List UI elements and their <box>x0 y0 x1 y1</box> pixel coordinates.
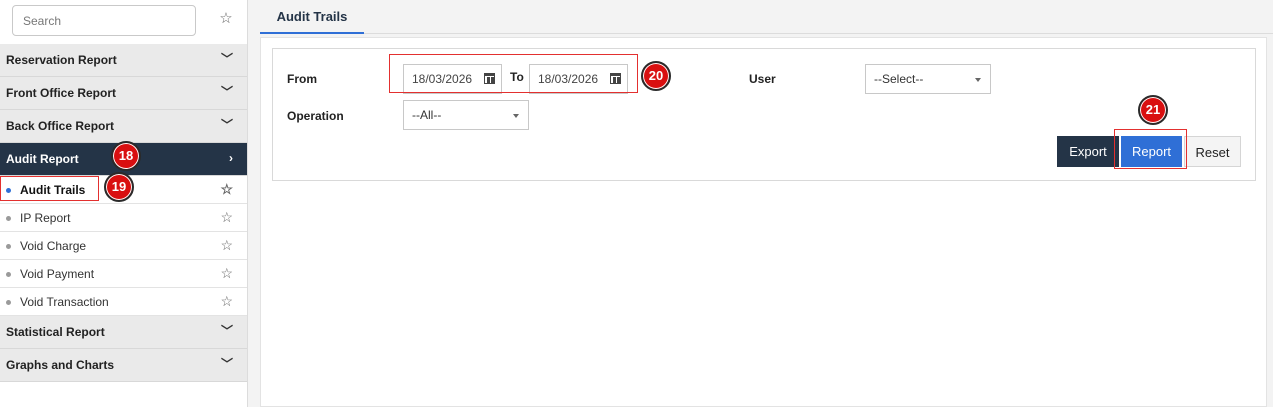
sidebar-item-label: Void Payment <box>20 266 95 281</box>
sidebar-item-ip-report[interactable]: IP Report ☆ <box>0 204 247 232</box>
menu-group-label: Reservation Report <box>6 53 117 67</box>
highlight-audit-trails <box>0 176 99 201</box>
search-box[interactable] <box>12 5 196 36</box>
menu-group-label: Front Office Report <box>6 86 116 100</box>
export-button[interactable]: Export <box>1057 136 1119 167</box>
bullet-icon <box>6 272 11 277</box>
menu-group-back-office-report[interactable]: Back Office Report ﹀ <box>0 110 247 143</box>
sidebar-item-void-transaction[interactable]: Void Transaction ☆ <box>0 288 247 316</box>
highlight-date-range <box>389 54 638 93</box>
annotation-badge: 21 <box>1138 95 1168 125</box>
bullet-icon <box>6 300 11 305</box>
caret-down-icon <box>975 78 981 82</box>
tab-bar: Audit Trails <box>260 0 1273 34</box>
operation-select-value: --All-- <box>412 108 442 122</box>
menu-group-front-office-report[interactable]: Front Office Report ﹀ <box>0 77 247 110</box>
star-outline-icon[interactable]: ☆ <box>220 237 233 254</box>
menu-group-statistical-report[interactable]: Statistical Report ﹀ <box>0 316 247 349</box>
from-label: From <box>287 72 317 86</box>
chevron-down-icon: ﹀ <box>220 324 233 338</box>
star-outline-icon[interactable]: ☆ <box>220 293 233 310</box>
menu-group-label: Audit Report <box>6 152 79 166</box>
star-outline-icon[interactable]: ☆ <box>220 265 233 282</box>
annotation-badge: 18 <box>111 141 141 171</box>
sidebar-item-label: IP Report <box>20 210 71 225</box>
star-outline-icon[interactable]: ☆ <box>220 209 233 226</box>
operation-select[interactable]: --All-- <box>403 100 529 130</box>
report-menu: Reservation Report ﹀ Front Office Report… <box>0 44 247 382</box>
annotation-badge: 19 <box>104 172 134 202</box>
sidebar-item-void-payment[interactable]: Void Payment ☆ <box>0 260 247 288</box>
chevron-down-icon: ﹀ <box>220 52 233 66</box>
menu-group-label: Statistical Report <box>6 325 105 339</box>
highlight-report-button <box>1114 129 1187 169</box>
menu-group-graphs-and-charts[interactable]: Graphs and Charts ﹀ <box>0 349 247 382</box>
star-outline-icon[interactable]: ☆ <box>220 181 233 198</box>
menu-group-reservation-report[interactable]: Reservation Report ﹀ <box>0 44 247 77</box>
menu-group-label: Back Office Report <box>6 119 115 133</box>
user-select-value: --Select-- <box>874 72 924 86</box>
user-select[interactable]: --Select-- <box>865 64 991 94</box>
bullet-icon <box>6 216 11 221</box>
user-label: User <box>749 72 776 86</box>
annotation-badge: 20 <box>641 61 671 91</box>
search-input[interactable] <box>13 6 195 35</box>
sidebar: ☆ Reservation Report ﹀ Front Office Repo… <box>0 0 248 407</box>
caret-down-icon <box>513 114 519 118</box>
star-outline-icon[interactable]: ☆ <box>217 10 235 28</box>
chevron-down-icon: ﹀ <box>220 357 233 371</box>
sidebar-item-label: Void Charge <box>20 238 87 253</box>
chevron-down-icon: ﹀ <box>220 85 233 99</box>
menu-group-label: Graphs and Charts <box>6 358 115 372</box>
chevron-right-icon: › <box>229 151 233 165</box>
tab-audit-trails[interactable]: Audit Trails <box>260 0 364 34</box>
operation-label: Operation <box>287 109 344 123</box>
sidebar-item-label: Void Transaction <box>20 294 109 309</box>
chevron-down-icon: ﹀ <box>220 118 233 132</box>
reset-button[interactable]: Reset <box>1184 136 1241 167</box>
bullet-icon <box>6 244 11 249</box>
sidebar-item-void-charge[interactable]: Void Charge ☆ <box>0 232 247 260</box>
